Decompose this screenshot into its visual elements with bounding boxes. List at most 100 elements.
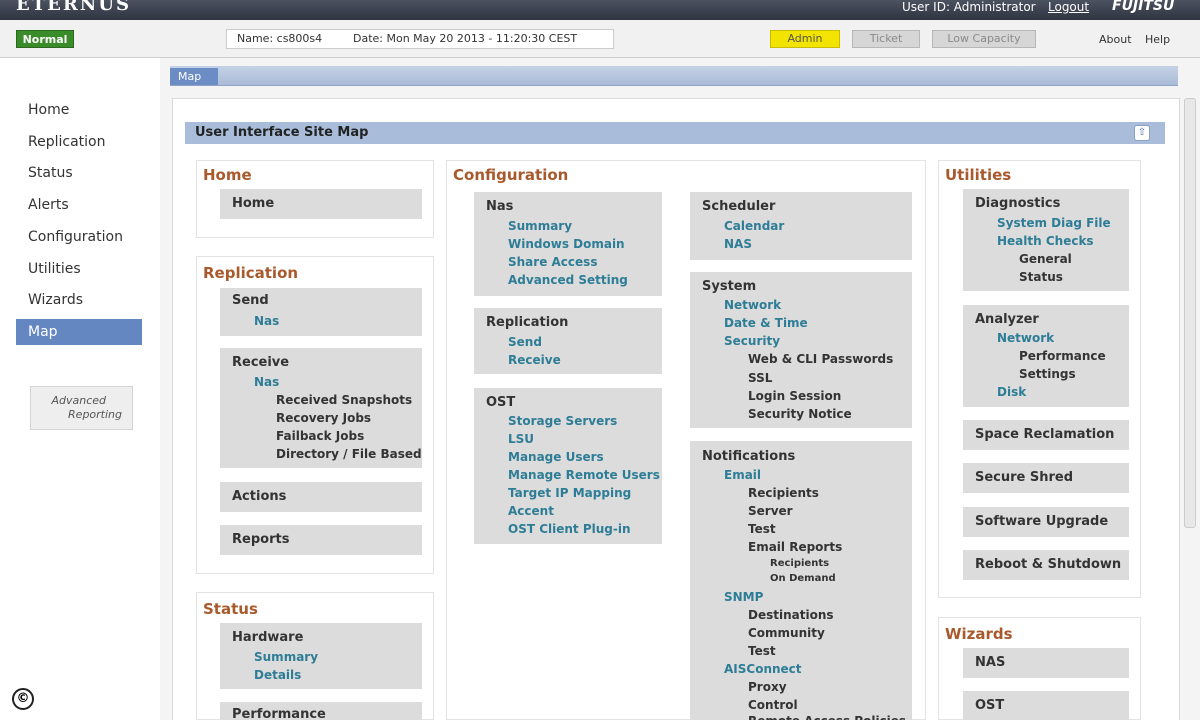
tab-map[interactable]: Map (170, 68, 218, 85)
link-system-diag-file[interactable]: System Diag File (997, 216, 1111, 230)
sidebar-item-home[interactable]: Home (28, 102, 69, 118)
link-space-reclamation[interactable]: Space Reclamation (975, 427, 1114, 442)
link-target-ip-mapping[interactable]: Target IP Mapping (508, 486, 631, 500)
link-security[interactable]: Security (724, 334, 780, 348)
link-email-reports-on-demand[interactable]: On Demand (770, 573, 836, 584)
link-actions[interactable]: Actions (232, 489, 286, 504)
link-advanced-setting[interactable]: Advanced Setting (508, 273, 628, 287)
scrollbar[interactable] (1184, 98, 1196, 528)
link-snmp-destinations[interactable]: Destinations (748, 608, 834, 622)
link-notifications[interactable]: Notifications (702, 449, 795, 464)
link-scheduler-nas[interactable]: NAS (724, 237, 752, 251)
link-reports[interactable]: Reports (232, 532, 289, 547)
link-date-time[interactable]: Date & Time (724, 316, 808, 330)
sidebar-item-replication[interactable]: Replication (28, 134, 105, 150)
link-snmp[interactable]: SNMP (724, 590, 763, 604)
advanced-reporting-button[interactable]: Advanced Reporting (30, 386, 133, 430)
logout-link[interactable]: Logout (1048, 0, 1089, 14)
link-lsu[interactable]: LSU (508, 432, 534, 446)
link-analyzer-performance[interactable]: Performance (1019, 349, 1106, 363)
link-windows-domain[interactable]: Windows Domain (508, 237, 625, 251)
link-config-send[interactable]: Send (508, 335, 542, 349)
ticket-button[interactable]: Ticket (852, 30, 920, 48)
link-analyzer-network[interactable]: Network (997, 331, 1054, 345)
link-hardware-summary[interactable]: Summary (254, 650, 318, 664)
section-title-home[interactable]: Home (203, 166, 252, 184)
link-wizard-ost[interactable]: OST (975, 698, 1004, 713)
link-hardware-details[interactable]: Details (254, 668, 301, 682)
system-status-badge[interactable]: Normal (16, 30, 74, 48)
section-title-configuration[interactable]: Configuration (453, 166, 568, 184)
link-accent[interactable]: Accent (508, 504, 554, 518)
link-email-server[interactable]: Server (748, 504, 793, 518)
link-diagnostics[interactable]: Diagnostics (975, 196, 1060, 211)
link-storage-servers[interactable]: Storage Servers (508, 414, 617, 428)
link-ost-client-plugin[interactable]: OST Client Plug-in (508, 522, 631, 536)
link-email-test[interactable]: Test (748, 522, 776, 536)
sidebar-item-configuration[interactable]: Configuration (28, 229, 123, 245)
link-analyzer[interactable]: Analyzer (975, 312, 1039, 327)
link-remote-access-policies[interactable]: Remote Access Policies (748, 714, 906, 720)
link-system[interactable]: System (702, 279, 756, 294)
section-title-status[interactable]: Status (203, 600, 258, 618)
link-software-upgrade[interactable]: Software Upgrade (975, 514, 1108, 529)
link-web-cli-passwords[interactable]: Web & CLI Passwords (748, 352, 893, 366)
sidebar-item-map[interactable]: Map (16, 319, 142, 345)
link-ssl[interactable]: SSL (748, 371, 772, 385)
link-login-session[interactable]: Login Session (748, 389, 841, 403)
about-link[interactable]: About (1099, 33, 1132, 46)
link-calendar[interactable]: Calendar (724, 219, 784, 233)
sidebar-item-utilities[interactable]: Utilities (28, 261, 81, 277)
sidebar-item-alerts[interactable]: Alerts (28, 197, 69, 213)
link-receive-nas[interactable]: Nas (254, 375, 279, 389)
admin-button[interactable]: Admin (770, 30, 840, 48)
sitemap-header: User Interface Site Map (185, 122, 1165, 144)
link-analyzer-settings[interactable]: Settings (1019, 367, 1076, 381)
link-aisconnect[interactable]: AISConnect (724, 662, 802, 676)
link-wizard-nas[interactable]: NAS (975, 655, 1005, 670)
sidebar-item-wizards[interactable]: Wizards (28, 292, 83, 308)
link-manage-remote-users[interactable]: Manage Remote Users (508, 468, 660, 482)
link-email-reports-recipients[interactable]: Recipients (770, 558, 829, 569)
link-network[interactable]: Network (724, 298, 781, 312)
collapse-icon[interactable]: ⇧ (1134, 125, 1150, 141)
link-nas-summary[interactable]: Summary (508, 219, 572, 233)
section-title-replication[interactable]: Replication (203, 264, 298, 282)
link-health-general[interactable]: General (1019, 252, 1072, 266)
link-analyzer-disk[interactable]: Disk (997, 385, 1026, 399)
link-email-reports[interactable]: Email Reports (748, 540, 842, 554)
link-config-ost[interactable]: OST (486, 395, 515, 410)
link-receive[interactable]: Receive (232, 355, 289, 370)
link-hardware[interactable]: Hardware (232, 630, 303, 645)
link-aisconnect-proxy[interactable]: Proxy (748, 680, 787, 694)
section-title-utilities[interactable]: Utilities (945, 166, 1011, 184)
link-config-receive[interactable]: Receive (508, 353, 561, 367)
link-reboot-shutdown[interactable]: Reboot & Shutdown (975, 557, 1121, 572)
link-home[interactable]: Home (232, 196, 274, 211)
link-received-snapshots[interactable]: Received Snapshots (276, 393, 412, 407)
link-send[interactable]: Send (232, 293, 269, 308)
link-failback-jobs[interactable]: Failback Jobs (276, 429, 364, 443)
link-snmp-community[interactable]: Community (748, 626, 825, 640)
link-directory-file-based[interactable]: Directory / File Based (276, 447, 422, 461)
link-config-replication[interactable]: Replication (486, 315, 568, 330)
link-email-recipients[interactable]: Recipients (748, 486, 819, 500)
link-recovery-jobs[interactable]: Recovery Jobs (276, 411, 371, 425)
link-manage-users[interactable]: Manage Users (508, 450, 604, 464)
link-aisconnect-control[interactable]: Control (748, 698, 798, 712)
link-scheduler[interactable]: Scheduler (702, 199, 775, 214)
link-email[interactable]: Email (724, 468, 761, 482)
link-send-nas[interactable]: Nas (254, 314, 279, 328)
section-title-wizards[interactable]: Wizards (945, 625, 1013, 643)
link-security-notice[interactable]: Security Notice (748, 407, 852, 421)
link-share-access[interactable]: Share Access (508, 255, 597, 269)
help-link[interactable]: Help (1145, 33, 1170, 46)
low-capacity-button[interactable]: Low Capacity (932, 30, 1036, 48)
link-health-status[interactable]: Status (1019, 270, 1063, 284)
link-snmp-test[interactable]: Test (748, 644, 776, 658)
sidebar-item-status[interactable]: Status (28, 165, 73, 181)
link-performance[interactable]: Performance (232, 707, 326, 720)
link-secure-shred[interactable]: Secure Shred (975, 470, 1073, 485)
link-config-nas[interactable]: Nas (486, 199, 513, 214)
link-health-checks[interactable]: Health Checks (997, 234, 1094, 248)
